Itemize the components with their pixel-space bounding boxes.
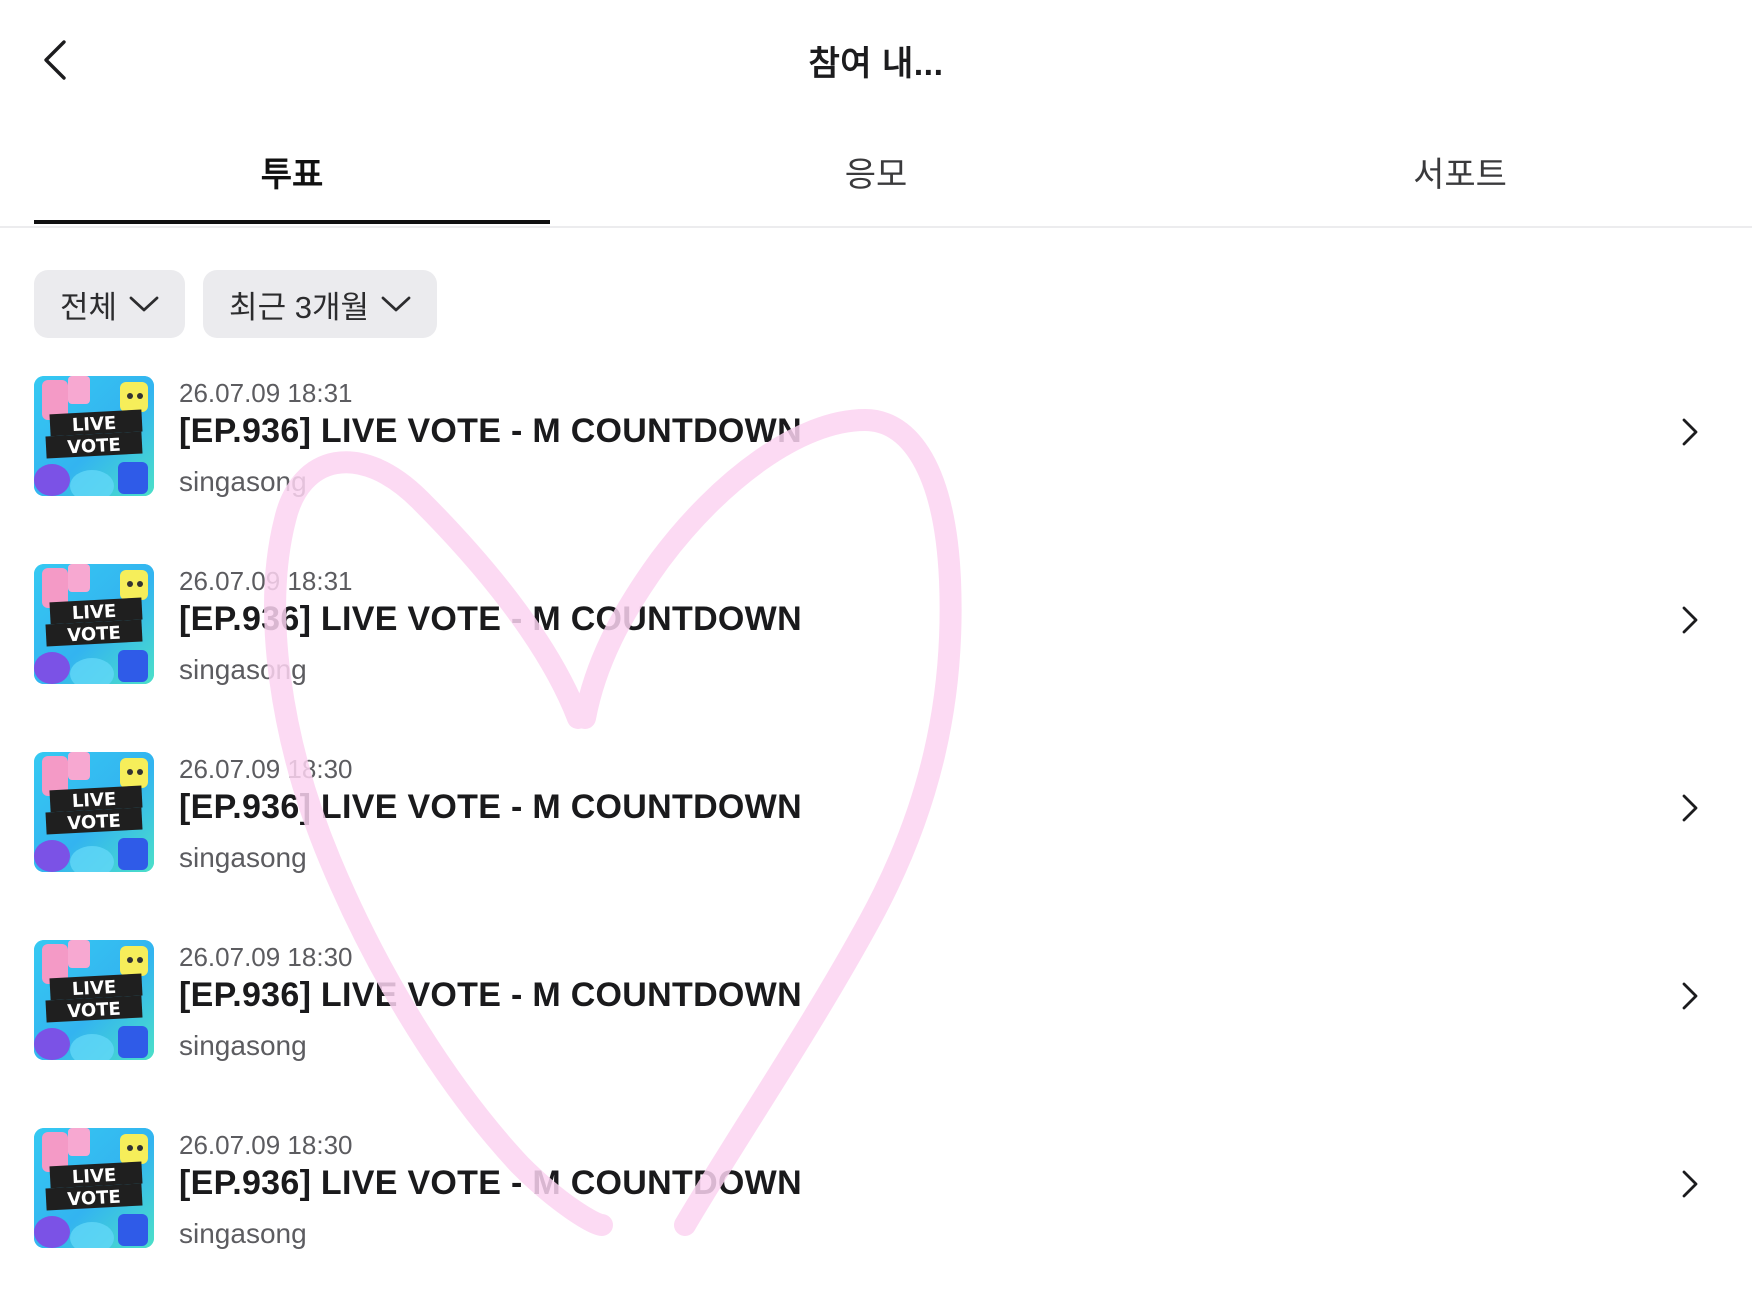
chevron-down-icon bbox=[381, 296, 411, 312]
chevron-right-icon[interactable] bbox=[1670, 1164, 1710, 1204]
item-title: [EP.936] LIVE VOTE - M COUNTDOWN bbox=[179, 412, 802, 450]
tab-bar: 투표 응모 서포트 bbox=[0, 118, 1752, 228]
page-title: 참여 내... bbox=[808, 45, 944, 83]
tab-entry[interactable]: 응모 bbox=[618, 118, 1134, 224]
tab-vote[interactable]: 투표 bbox=[34, 118, 550, 224]
top-bar: 참여 내... bbox=[0, 0, 1752, 118]
thumb-text-line2: VOTE bbox=[67, 999, 122, 1023]
filter-bar: 전체 최근 3개월 bbox=[34, 270, 437, 338]
tab-support[interactable]: 서포트 bbox=[1202, 118, 1718, 224]
thumb-text-line2: VOTE bbox=[67, 435, 122, 459]
active-tab-indicator bbox=[34, 220, 550, 224]
vote-thumbnail: LIVE VOTE bbox=[34, 940, 154, 1060]
item-title: [EP.936] LIVE VOTE - M COUNTDOWN bbox=[179, 1164, 802, 1202]
chevron-right-icon[interactable] bbox=[1670, 412, 1710, 452]
thumb-text-line2: VOTE bbox=[67, 1187, 122, 1211]
thumb-text-line2: VOTE bbox=[67, 811, 122, 835]
list-item[interactable]: LIVE VOTE 26.07.09 18:31 [EP.936] LIVE V… bbox=[0, 374, 1752, 524]
item-artist: singasong bbox=[179, 1218, 307, 1249]
filter-period-label: 최근 3개월 bbox=[229, 289, 369, 325]
item-artist: singasong bbox=[179, 1030, 307, 1061]
filter-type-dropdown[interactable]: 전체 bbox=[34, 270, 186, 338]
thumb-text-line1: LIVE bbox=[71, 601, 116, 624]
thumb-text-line1: LIVE bbox=[71, 789, 116, 812]
screen: 참여 내... 투표 응모 서포트 전체 최근 3개월 LIVE VOTE 26… bbox=[0, 0, 1752, 1292]
item-date: 26.07.09 18:30 bbox=[179, 1130, 353, 1160]
thumb-text-line1: LIVE bbox=[71, 977, 116, 1000]
filter-period-dropdown[interactable]: 최근 3개월 bbox=[203, 270, 437, 338]
vote-thumbnail: LIVE VOTE bbox=[34, 1128, 154, 1248]
item-artist: singasong bbox=[179, 842, 307, 873]
list-item[interactable]: LIVE VOTE 26.07.09 18:31 [EP.936] LIVE V… bbox=[0, 562, 1752, 712]
item-date: 26.07.09 18:31 bbox=[179, 378, 353, 408]
list-item[interactable]: LIVE VOTE 26.07.09 18:30 [EP.936] LIVE V… bbox=[0, 750, 1752, 900]
vote-thumbnail: LIVE VOTE bbox=[34, 564, 154, 684]
vote-thumbnail: LIVE VOTE bbox=[34, 752, 154, 872]
list-item[interactable]: LIVE VOTE 26.07.09 18:30 [EP.936] LIVE V… bbox=[0, 938, 1752, 1088]
item-artist: singasong bbox=[179, 654, 307, 685]
item-date: 26.07.09 18:30 bbox=[179, 942, 353, 972]
item-date: 26.07.09 18:30 bbox=[179, 754, 353, 784]
item-title: [EP.936] LIVE VOTE - M COUNTDOWN bbox=[179, 788, 802, 826]
item-title: [EP.936] LIVE VOTE - M COUNTDOWN bbox=[179, 976, 802, 1014]
thumb-text-line1: LIVE bbox=[71, 413, 116, 436]
chevron-right-icon[interactable] bbox=[1670, 976, 1710, 1016]
chevron-right-icon[interactable] bbox=[1670, 600, 1710, 640]
chevron-right-icon[interactable] bbox=[1670, 788, 1710, 828]
item-artist: singasong bbox=[179, 466, 307, 497]
vote-thumbnail: LIVE VOTE bbox=[34, 376, 154, 496]
thumb-text-line1: LIVE bbox=[71, 1165, 116, 1188]
filter-type-label: 전체 bbox=[60, 289, 118, 325]
chevron-down-icon bbox=[129, 296, 159, 312]
item-date: 26.07.09 18:31 bbox=[179, 566, 353, 596]
thumb-text-line2: VOTE bbox=[67, 623, 122, 647]
list-item[interactable]: LIVE VOTE 26.07.09 18:30 [EP.936] LIVE V… bbox=[0, 1126, 1752, 1276]
item-title: [EP.936] LIVE VOTE - M COUNTDOWN bbox=[179, 600, 802, 638]
